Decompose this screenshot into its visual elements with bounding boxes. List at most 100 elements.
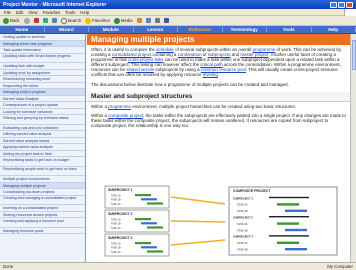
composite-gantt-bar	[277, 241, 299, 244]
nav-tab-help[interactable]: Help	[312, 27, 356, 32]
paragraph-text: environment, multiple project hierarchie…	[130, 103, 296, 109]
composite-gantt-bar	[269, 235, 309, 237]
composite-gantt-bar	[285, 209, 307, 212]
site-nav-bar: Home Wizard Module Lesson Reference Terminolo…	[0, 26, 356, 34]
menu-item-file[interactable]: File	[4, 10, 11, 15]
window-controls	[330, 1, 353, 8]
sidebar-toc: Getting update to sections Managing linke…	[0, 34, 86, 262]
browser-toolbar: Back Search Favorites Media	[0, 16, 356, 26]
sidebar-item[interactable]: Reprioritizing people work to get back o…	[0, 167, 85, 176]
task-label: TASK 1A	[111, 194, 121, 197]
composite-gantt-bar	[277, 222, 299, 225]
search-label: Search	[67, 18, 82, 23]
maximize-button[interactable]	[338, 1, 345, 8]
print-icon[interactable]	[154, 18, 160, 23]
intro-paragraph: Often, it is useful to compare the sched…	[87, 45, 350, 80]
menu-item-help[interactable]: Help	[80, 10, 89, 15]
search-icon	[60, 17, 67, 24]
menu-item-view[interactable]: View	[28, 10, 37, 15]
structures-paragraph: Within a programme environment, multiple…	[87, 102, 350, 111]
gantt-bar	[147, 226, 163, 229]
menu-bar: File Edit View Favorites Tools Help	[0, 8, 356, 16]
composite-row-label: SUBPROJECT 3	[233, 235, 253, 239]
task-label: TASK 1C	[111, 227, 121, 230]
composite-row-label: TASK 2A	[237, 222, 248, 226]
gantt-bar	[147, 250, 163, 253]
main-content: Managing multiple projects Often, it is …	[87, 34, 350, 262]
stop-icon[interactable]	[33, 18, 39, 23]
task-label: TASK 1A	[111, 242, 121, 245]
menu-item-favorites[interactable]: Favorites	[43, 10, 61, 15]
task-label: TASK 1B	[111, 223, 121, 226]
glossary-link[interactable]: programme	[108, 104, 131, 109]
task-label: TASK 1C	[111, 251, 121, 254]
back-arrow-icon	[3, 17, 9, 24]
nav-tab-lesson[interactable]: Lesson	[134, 27, 178, 32]
gantt-bar	[141, 246, 157, 249]
sidebar-item[interactable]: Reprioritizing tasks to get back on budg…	[0, 157, 85, 167]
composite-row-label: TASK 3B	[237, 248, 248, 252]
minimize-button[interactable]	[330, 1, 337, 8]
back-label: Back	[10, 18, 20, 23]
status-text: Done	[3, 264, 14, 269]
copy-arrow	[170, 220, 226, 223]
media-label: Media	[120, 18, 133, 23]
page-title: Managing multiple projects	[87, 34, 350, 45]
composite-gantt-bar	[285, 228, 307, 232]
menu-item-edit[interactable]: Edit	[16, 10, 23, 15]
task-label: TASK 1B	[111, 199, 121, 202]
window-title-bar: Project Mentor - Microsoft Internet Expl…	[0, 0, 356, 9]
sidebar-item[interactable]: Managing resource pools	[0, 228, 85, 234]
media-button[interactable]: Media	[113, 17, 133, 24]
close-button[interactable]	[346, 1, 353, 8]
nav-tab-tools[interactable]: Tools	[267, 27, 312, 32]
subproject-title: SUBPROJECT 3	[108, 236, 133, 240]
favorites-button[interactable]: Favorites	[85, 17, 110, 24]
nav-tab-reference[interactable]: Reference	[178, 27, 223, 32]
mail-icon[interactable]	[145, 18, 151, 23]
sidebar-item[interactable]: Creating and applying a resource pool	[0, 218, 85, 228]
nav-tab-module[interactable]: Module	[89, 27, 134, 32]
nav-tab-terminology[interactable]: Terminology	[223, 27, 267, 32]
favorites-label: Favorites	[92, 18, 110, 23]
ie-logo	[344, 8, 356, 16]
task-label: TASK 1B	[111, 247, 121, 250]
composite-row-label: SUBPROJECT 2	[233, 216, 253, 220]
vertical-scrollbar[interactable]	[350, 34, 356, 262]
sidebar-item[interactable]: Updating tasks with Smart-based progress	[0, 54, 85, 63]
task-label: TASK 1A	[111, 218, 121, 221]
back-button[interactable]: Back	[3, 17, 20, 24]
scrollbar-thumb[interactable]	[352, 40, 356, 70]
nav-tab-home[interactable]: Home	[0, 27, 45, 32]
discussion-paragraph: The discussions below illustrate how a p…	[91, 81, 289, 87]
composite-row-label: TASK 2B	[237, 228, 248, 232]
menu-item-tools[interactable]: Tools	[65, 10, 75, 15]
composite-gantt-bar	[277, 203, 299, 206]
status-bar: Done My Computer	[0, 262, 356, 270]
media-icon	[113, 17, 120, 24]
task-label: TASK 1C	[111, 203, 121, 206]
composite-row-label: TASK 1B	[237, 209, 248, 213]
sidebar-item[interactable]: Creating and managing a consolidated pro…	[0, 196, 85, 205]
composite-row-label: TASK 1A	[237, 203, 248, 207]
glossary-link[interactable]: leveling	[203, 72, 218, 77]
copy-arrow	[170, 239, 226, 246]
history-icon[interactable]	[136, 18, 142, 23]
search-button[interactable]: Search	[60, 17, 82, 24]
edit-icon[interactable]	[163, 18, 169, 23]
home-icon[interactable]	[51, 18, 57, 23]
gantt-bar	[147, 202, 163, 205]
forward-arrow-icon[interactable]	[23, 17, 30, 24]
gantt-bar	[135, 218, 151, 221]
zone-text: My Computer	[327, 264, 353, 269]
gantt-bar	[141, 222, 157, 225]
star-icon	[85, 17, 92, 24]
copy-arrow	[170, 196, 226, 205]
refresh-icon[interactable]	[42, 18, 48, 23]
composite-paragraph: Within a composite project, the tasks wi…	[87, 111, 350, 130]
nav-tab-wizard[interactable]: Wizard	[45, 27, 89, 32]
composite-gantt-bar	[285, 248, 307, 251]
subproject-title: SUBPROJECT 1	[108, 188, 133, 192]
sidebar-item[interactable]: Filtering and grouping by schedule statu…	[0, 115, 85, 125]
composite-project-title: COMPOSITE PROJECT	[233, 189, 271, 193]
